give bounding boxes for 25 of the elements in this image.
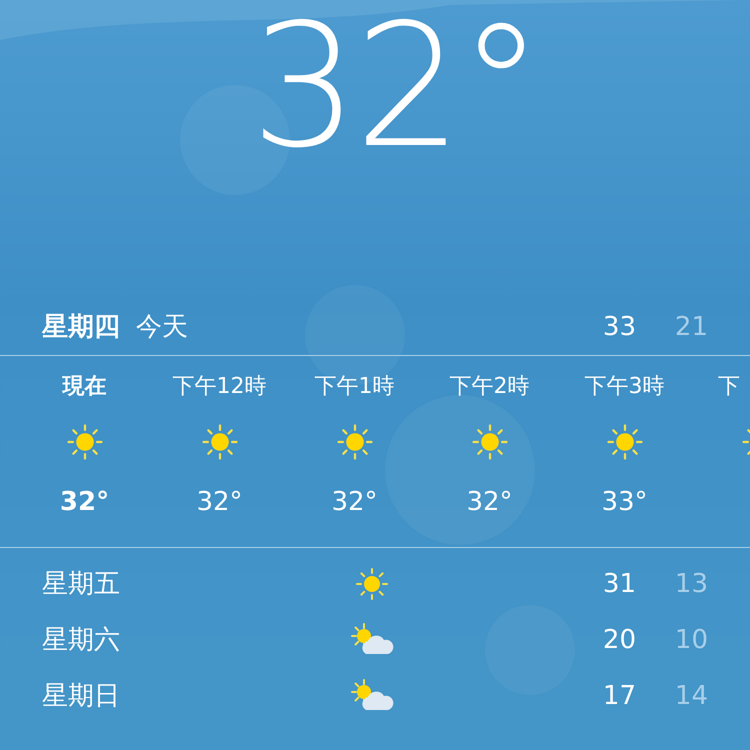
hour-label: 現在 <box>62 373 106 401</box>
hour-label: 下 <box>718 373 740 401</box>
hour-label: 下午2時 <box>450 373 530 401</box>
hour-temperature: 32° <box>60 486 110 519</box>
hour-temperature: 32° <box>196 486 243 519</box>
high-temperature: 20 <box>602 624 636 656</box>
low-temperature: 21 <box>674 311 708 344</box>
hour-label: 下午3時 <box>584 373 664 401</box>
day-label: 星期四 <box>42 311 120 344</box>
low-temperature: 14 <box>674 680 708 712</box>
high-temperature: 33 <box>602 311 636 344</box>
day-label: 星期六 <box>42 624 121 656</box>
day-label: 星期五 <box>42 568 121 600</box>
hour-label: 下午12時 <box>172 373 266 401</box>
hour-temperature: 33° <box>601 486 648 519</box>
hour-label: 下午1時 <box>314 373 394 401</box>
hour-temperature: 32° <box>466 486 513 519</box>
hour-temperature: 32° <box>331 486 378 519</box>
low-temperature: 10 <box>674 624 708 656</box>
current-temperature: 32° <box>249 2 540 188</box>
high-temperature: 31 <box>602 568 636 600</box>
high-temperature: 17 <box>602 680 636 712</box>
low-temperature: 13 <box>674 568 708 600</box>
day-label: 星期日 <box>42 680 121 712</box>
today-label: 今天 <box>136 311 188 344</box>
